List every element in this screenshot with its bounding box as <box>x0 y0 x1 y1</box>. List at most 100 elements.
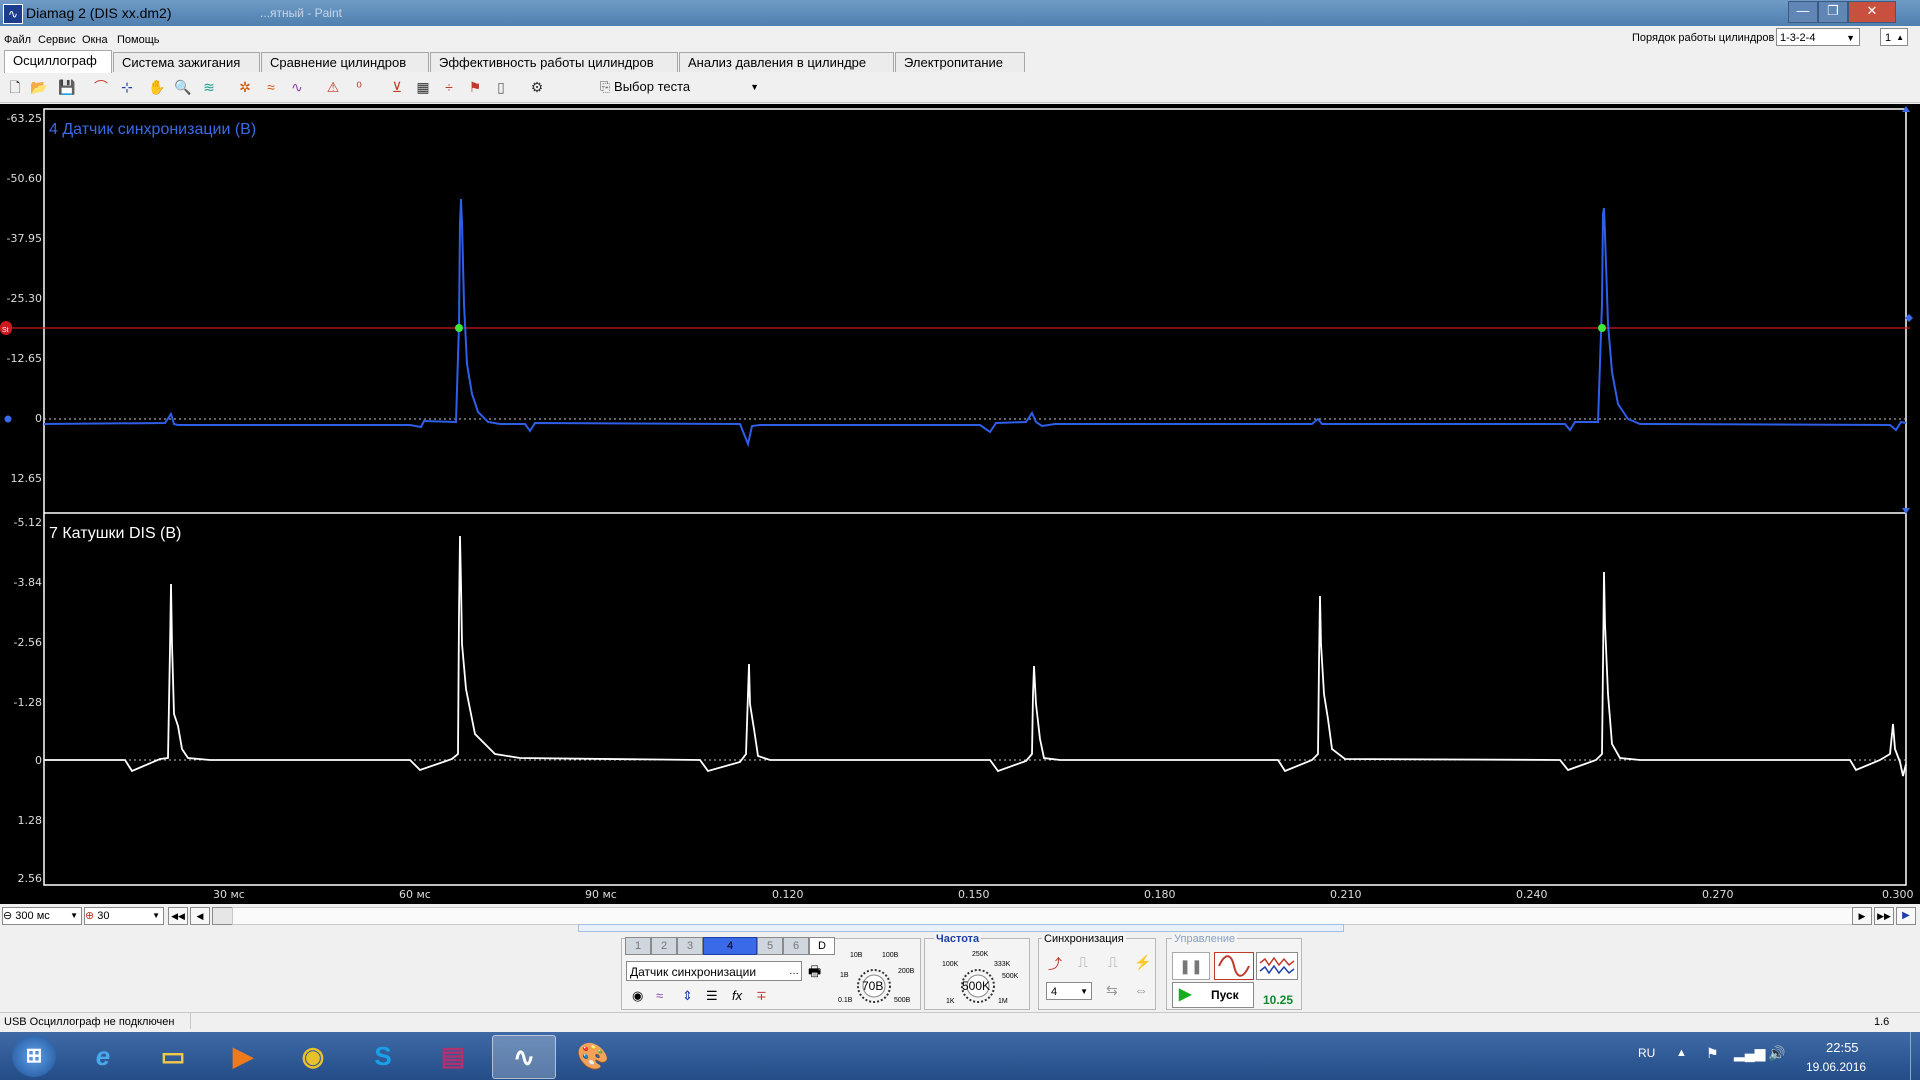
winrar-taskbar-button[interactable]: ▤ <box>422 1035 484 1077</box>
rising-edge-icon[interactable]: ⤴ <box>1048 954 1062 974</box>
menu-windows[interactable]: Окна <box>82 34 108 46</box>
show-desktop-button[interactable] <box>1910 1032 1920 1080</box>
flag-icon[interactable]: ⚑ <box>466 78 484 96</box>
lines-icon[interactable]: ☰ <box>706 988 718 1004</box>
sync-move-icon[interactable]: ⇔ <box>1134 982 1148 998</box>
status-right: 1.6 <box>1874 1016 1890 1028</box>
minimize-button[interactable]: — <box>1788 1 1818 23</box>
paint-taskbar-button[interactable]: 🎨 <box>562 1035 624 1077</box>
open-folder-icon[interactable]: 📂 <box>30 78 48 96</box>
function-icon[interactable]: fx <box>732 988 742 1003</box>
tab-power[interactable]: Электропитание <box>895 52 1025 72</box>
start-button[interactable]: ▶ Пуск <box>1172 982 1254 1008</box>
scroll-prev-button[interactable]: ◀ <box>190 907 210 925</box>
auto-trigger-icon[interactable]: ⚠ <box>324 78 342 96</box>
channel-d-button[interactable]: D <box>809 937 835 955</box>
save-icon[interactable]: 💾 <box>58 78 76 96</box>
panel-resize-handle[interactable] <box>578 924 1344 932</box>
menu-service[interactable]: Сервис <box>38 34 76 46</box>
network-signal-icon[interactable]: ▂▄▆ <box>1734 1045 1765 1062</box>
explorer-taskbar-button[interactable]: ▭ <box>142 1035 204 1077</box>
waveform-compare-icon[interactable]: ∿ <box>288 78 306 96</box>
fall-step-icon[interactable]: ⎍ <box>1108 954 1118 971</box>
tab-oscilloscope[interactable]: Осциллограф <box>4 50 112 73</box>
diamag-taskbar-button[interactable]: ∿ <box>492 1035 556 1079</box>
waveform-canvas[interactable]: St <box>0 104 1920 904</box>
channel-4-button[interactable]: 4 <box>703 937 757 955</box>
grid-icon[interactable]: ▦ <box>414 78 432 96</box>
sync-adjust-icon[interactable]: ⇆ <box>1106 982 1118 999</box>
timebase-select[interactable]: ⊖ 300 мс ▼ <box>2 907 82 925</box>
ch7-y-tick: 1.28 <box>17 814 43 827</box>
chrome-taskbar-button[interactable]: ◉ <box>282 1035 344 1077</box>
frequency-mark: 100K <box>942 961 959 968</box>
document-icon[interactable]: ▯ <box>492 78 510 96</box>
channel-3-button[interactable]: 3 <box>677 937 703 955</box>
cursor-measure-icon[interactable]: ⊹ <box>118 78 136 96</box>
play-scroll-button[interactable]: ▶ <box>1896 907 1916 925</box>
tab-cylinder-compare[interactable]: Сравнение цилиндров <box>261 52 429 72</box>
probe-icon[interactable]: 🖶 <box>808 961 826 981</box>
waveform-stack-icon[interactable]: ≈ <box>262 78 280 96</box>
cylinder-order-select[interactable]: 1-3-2-4 ▼ <box>1776 28 1860 46</box>
cylinder-index-spinner[interactable]: 1 ▲ <box>1880 28 1908 46</box>
horizontal-scrollbar[interactable] <box>232 907 1854 925</box>
menu-help[interactable]: Помощь <box>117 34 160 46</box>
channel-source-select[interactable]: Датчик синхронизации … <box>626 961 802 981</box>
scroll-next-button[interactable]: ▶ <box>1852 907 1872 925</box>
channel-settings-icon[interactable]: ◉ <box>632 988 643 1004</box>
menu-file[interactable]: Файл <box>4 34 31 46</box>
channel-1-button[interactable]: 1 <box>625 937 651 955</box>
zero-offset-icon[interactable]: ⁰ <box>350 78 368 96</box>
channel-6-button[interactable]: 6 <box>783 937 809 955</box>
ie-taskbar-button[interactable]: e <box>72 1035 134 1077</box>
clock-time[interactable]: 22:55 <box>1826 1040 1859 1055</box>
test-select-button[interactable]: ⎘ Выбор теста ▼ <box>600 77 765 97</box>
multi-wave-button[interactable] <box>1256 952 1298 980</box>
skype-taskbar-button[interactable]: S <box>352 1035 414 1077</box>
action-center-flag-icon[interactable]: ⚑ <box>1706 1045 1719 1062</box>
sync-channel-select[interactable]: 4 ▼ <box>1046 982 1092 1000</box>
new-file-icon[interactable]: 🗋 <box>6 78 24 96</box>
peak-filter-icon[interactable]: ⊻ <box>388 78 406 96</box>
media-player-taskbar-button[interactable]: ▶ <box>212 1035 274 1077</box>
folder-icon: ▭ <box>160 1041 186 1071</box>
tab-ignition[interactable]: Система зажигания <box>113 52 260 72</box>
tab-cylinder-efficiency[interactable]: Эффективность работы цилиндров <box>430 52 678 72</box>
x-tick: 0.180 <box>1144 888 1176 901</box>
waveform-icon[interactable]: ≈ <box>656 988 663 1003</box>
maximize-button[interactable]: ❐ <box>1818 1 1848 23</box>
x-tick: 30 мс <box>213 888 245 901</box>
math-icon[interactable]: ∓ <box>756 988 767 1004</box>
more-icon: … <box>789 966 799 977</box>
language-indicator[interactable]: RU <box>1638 1046 1655 1060</box>
vertical-scale-icon[interactable]: ⇕ <box>682 988 693 1004</box>
zoom-out-icon: ⊖ <box>3 910 13 922</box>
ch4-y-tick: -63.25 <box>6 112 42 125</box>
auto-sync-icon[interactable]: ⚡ <box>1134 954 1151 971</box>
volume-icon[interactable]: 🔊 <box>1768 1045 1785 1062</box>
sine-mode-button[interactable] <box>1214 952 1254 980</box>
zoom-select[interactable]: ⊕ 30 ▼ <box>84 907 164 925</box>
zoom-icon[interactable]: 🔍 <box>174 78 192 96</box>
scroll-first-button[interactable]: ◀◀ <box>168 907 188 925</box>
filter-icon[interactable]: ✲ <box>236 78 254 96</box>
channel-2-button[interactable]: 2 <box>651 937 677 955</box>
pause-button[interactable]: ❚❚ <box>1172 952 1210 980</box>
show-hidden-icons[interactable]: ▲ <box>1676 1047 1687 1059</box>
scroll-last-button[interactable]: ▶▶ <box>1874 907 1894 925</box>
hand-pan-icon[interactable]: ✋ <box>148 78 166 96</box>
cursor-pair-icon[interactable]: ⌒ <box>92 78 110 96</box>
voltage-mark: 0.1В <box>838 997 853 1004</box>
autoscale-icon[interactable]: ≋ <box>200 78 218 96</box>
scroll-thumb[interactable] <box>212 907 234 925</box>
clock-date[interactable]: 19.06.2016 <box>1806 1060 1866 1074</box>
tab-pressure-analysis[interactable]: Анализ давления в цилиндре <box>679 52 894 72</box>
split-icon[interactable]: ÷ <box>440 78 458 96</box>
auto-settings-icon[interactable]: ⚙ <box>528 78 546 96</box>
channel-5-button[interactable]: 5 <box>757 937 783 955</box>
test-icon: ⎘ <box>600 79 611 94</box>
start-menu-button[interactable]: ⊞ <box>12 1035 56 1077</box>
rise-step-icon[interactable]: ⎍ <box>1078 954 1088 971</box>
close-button[interactable]: ✕ <box>1848 1 1896 23</box>
